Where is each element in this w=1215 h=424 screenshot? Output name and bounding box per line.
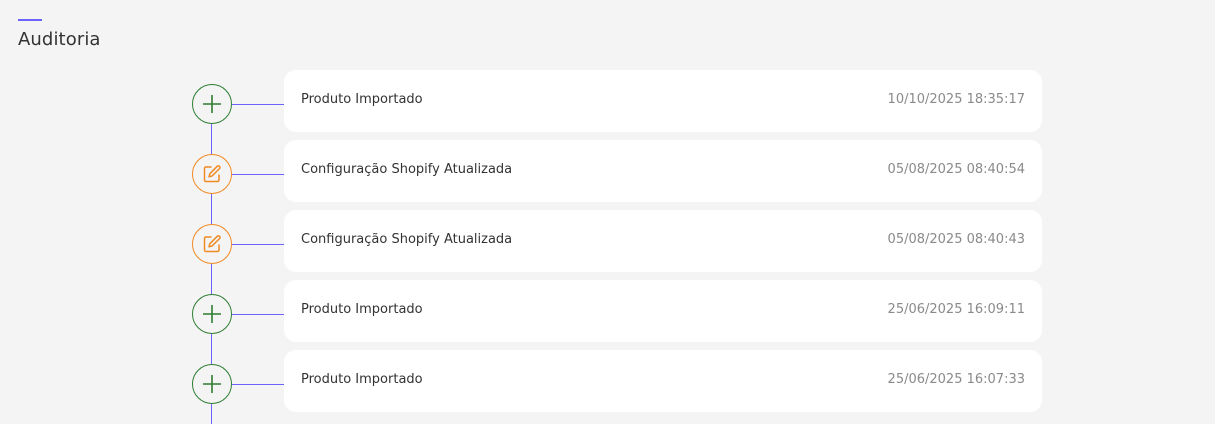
event-timestamp: 25/06/2025 16:07:33 xyxy=(887,372,1025,387)
timeline-event: Produto Importado 10/10/2025 18:35:17 xyxy=(0,70,1215,140)
event-connector xyxy=(232,384,284,385)
plus-icon xyxy=(192,84,232,124)
plus-icon xyxy=(192,294,232,334)
event-timestamp: 10/10/2025 18:35:17 xyxy=(887,92,1025,107)
audit-timeline: Produto Importado 10/10/2025 18:35:17 Co… xyxy=(0,0,1215,424)
event-label: Configuração Shopify Atualizada xyxy=(301,162,513,177)
timeline-event: Produto Importado 25/06/2025 16:07:33 xyxy=(0,350,1215,420)
plus-icon xyxy=(192,364,232,404)
event-label: Produto Importado xyxy=(301,92,423,107)
event-connector xyxy=(232,174,284,175)
event-card[interactable]: Produto Importado 25/06/2025 16:09:11 xyxy=(284,280,1042,342)
event-card[interactable]: Configuração Shopify Atualizada 05/08/20… xyxy=(284,210,1042,272)
timeline-event: Produto Importado 25/06/2025 16:09:11 xyxy=(0,280,1215,350)
event-label: Configuração Shopify Atualizada xyxy=(301,232,513,247)
edit-icon xyxy=(192,154,232,194)
event-connector xyxy=(232,244,284,245)
edit-icon xyxy=(192,224,232,264)
event-card[interactable]: Produto Importado 10/10/2025 18:35:17 xyxy=(284,70,1042,132)
event-timestamp: 25/06/2025 16:09:11 xyxy=(887,302,1025,317)
event-connector xyxy=(232,104,284,105)
event-timestamp: 05/08/2025 08:40:43 xyxy=(887,232,1025,247)
event-card[interactable]: Configuração Shopify Atualizada 05/08/20… xyxy=(284,140,1042,202)
timeline-event: Configuração Shopify Atualizada 05/08/20… xyxy=(0,140,1215,210)
timeline-event: Configuração Shopify Atualizada 05/08/20… xyxy=(0,210,1215,280)
event-label: Produto Importado xyxy=(301,372,423,387)
event-connector xyxy=(232,314,284,315)
event-card[interactable]: Produto Importado 25/06/2025 16:07:33 xyxy=(284,350,1042,412)
event-label: Produto Importado xyxy=(301,302,423,317)
event-timestamp: 05/08/2025 08:40:54 xyxy=(887,162,1025,177)
